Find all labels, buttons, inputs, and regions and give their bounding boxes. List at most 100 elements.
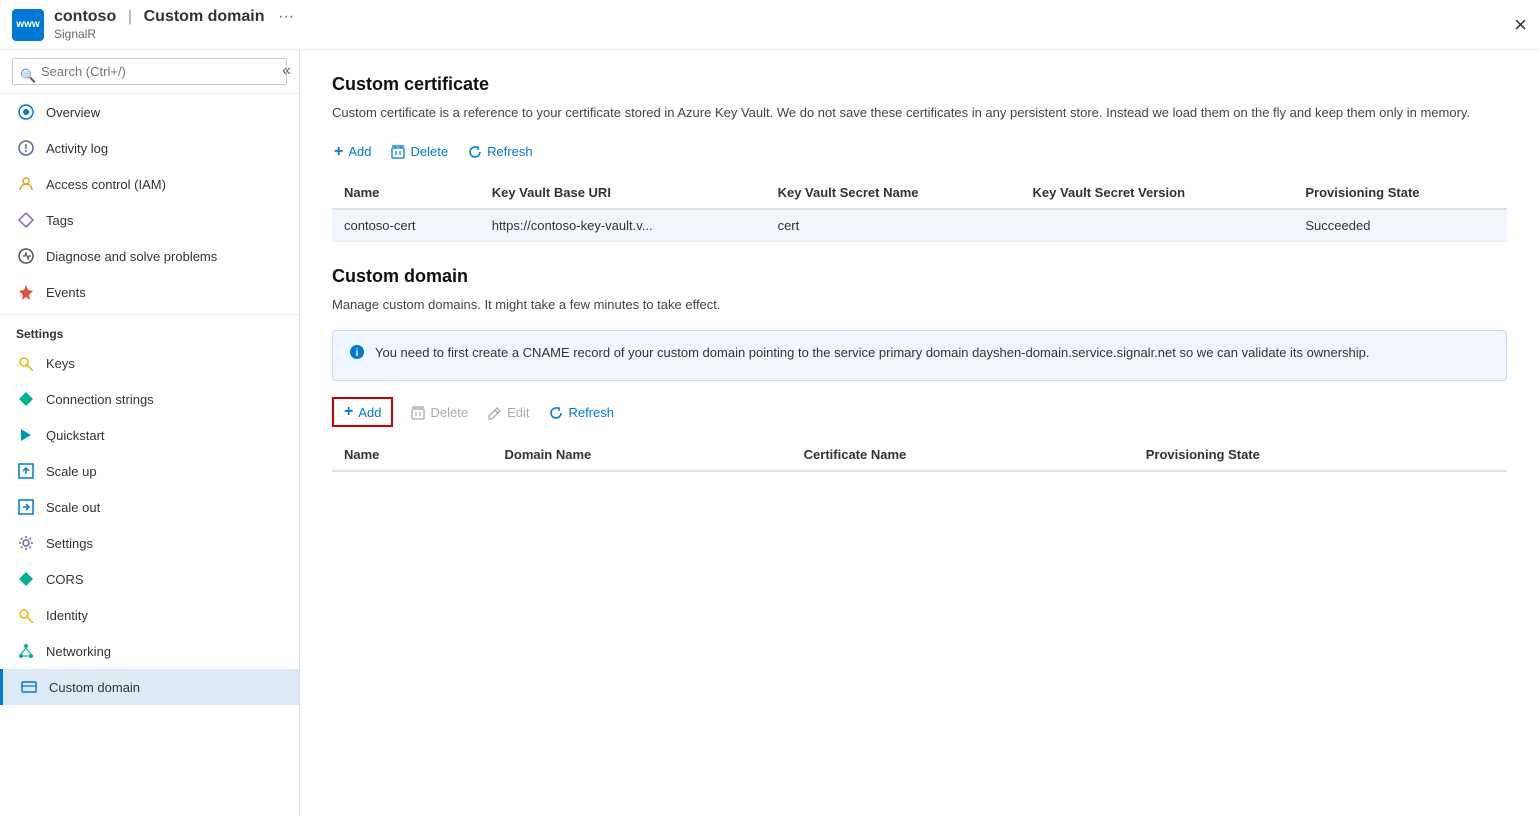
sidebar-label-networking: Networking bbox=[46, 644, 111, 659]
main-content: Custom certificate Custom certificate is… bbox=[300, 50, 1539, 816]
sidebar-label-tags: Tags bbox=[46, 213, 73, 228]
domain-edit-icon bbox=[488, 404, 502, 420]
cert-section: Custom certificate Custom certificate is… bbox=[332, 74, 1507, 242]
domain-col-cert-name: Certificate Name bbox=[792, 439, 1134, 471]
domain-refresh-button[interactable]: Refresh bbox=[547, 400, 616, 424]
resource-name: contoso bbox=[54, 8, 116, 25]
sidebar-item-quickstart[interactable]: Quickstart bbox=[0, 417, 299, 453]
settings-icon bbox=[16, 533, 36, 553]
cert-row-0[interactable]: contoso-cert https://contoso-key-vault.v… bbox=[332, 209, 1507, 242]
custom-domain-icon bbox=[19, 677, 39, 697]
domain-edit-label: Edit bbox=[507, 405, 529, 420]
domain-info-box: i You need to first create a CNAME recor… bbox=[332, 330, 1507, 381]
access-control-icon bbox=[16, 174, 36, 194]
domain-title: Custom domain bbox=[332, 266, 1507, 287]
domain-delete-icon bbox=[411, 404, 425, 420]
sidebar-item-connection-strings[interactable]: Connection strings bbox=[0, 381, 299, 417]
top-bar: www contoso | Custom domain ··· SignalR … bbox=[0, 0, 1539, 50]
cert-row-0-uri: https://contoso-key-vault.v... bbox=[480, 209, 766, 242]
title-separator: | bbox=[128, 8, 132, 25]
cert-refresh-label: Refresh bbox=[487, 144, 533, 159]
close-button[interactable]: × bbox=[1514, 12, 1527, 38]
sidebar-item-networking[interactable]: Networking bbox=[0, 633, 299, 669]
search-icon: 🔍 bbox=[20, 68, 36, 84]
keys-icon bbox=[16, 353, 36, 373]
domain-refresh-icon bbox=[549, 404, 563, 420]
sidebar-item-custom-domain[interactable]: Custom domain bbox=[0, 669, 299, 705]
sidebar-label-custom-domain: Custom domain bbox=[49, 680, 140, 695]
sidebar-label-cors: CORS bbox=[46, 572, 84, 587]
sidebar-label-activity-log: Activity log bbox=[46, 141, 108, 156]
cert-delete-button[interactable]: Delete bbox=[389, 140, 450, 164]
cert-col-secret-name: Key Vault Secret Name bbox=[766, 177, 1021, 209]
search-input[interactable] bbox=[12, 58, 287, 85]
sidebar-item-scale-up[interactable]: Scale up bbox=[0, 453, 299, 489]
scale-out-icon bbox=[16, 497, 36, 517]
title-area: contoso | Custom domain ··· SignalR bbox=[54, 8, 294, 41]
domain-add-plus-icon: + bbox=[344, 403, 353, 421]
cert-refresh-button[interactable]: Refresh bbox=[466, 140, 535, 164]
page-title: Custom domain bbox=[144, 8, 265, 25]
domain-add-label: Add bbox=[358, 405, 381, 420]
domain-toolbar: + Add Delete Edit bbox=[332, 397, 1507, 427]
domain-add-button[interactable]: + Add bbox=[332, 397, 393, 427]
sidebar-label-diagnose: Diagnose and solve problems bbox=[46, 249, 217, 264]
cert-row-0-secret-name: cert bbox=[766, 209, 1021, 242]
domain-description: Manage custom domains. It might take a f… bbox=[332, 295, 1507, 315]
sidebar-label-quickstart: Quickstart bbox=[46, 428, 105, 443]
domain-edit-button[interactable]: Edit bbox=[486, 400, 531, 424]
networking-icon bbox=[16, 641, 36, 661]
cert-add-button[interactable]: + Add bbox=[332, 139, 373, 165]
sidebar-label-scale-out: Scale out bbox=[46, 500, 100, 515]
more-menu-icon[interactable]: ··· bbox=[278, 8, 294, 25]
sidebar-label-keys: Keys bbox=[46, 356, 75, 371]
sidebar-item-diagnose[interactable]: Diagnose and solve problems bbox=[0, 238, 299, 274]
sidebar-item-tags[interactable]: Tags bbox=[0, 202, 299, 238]
search-container: 🔍 bbox=[0, 50, 299, 94]
sidebar-item-keys[interactable]: Keys bbox=[0, 345, 299, 381]
sidebar-label-events: Events bbox=[46, 285, 86, 300]
cert-add-plus-icon: + bbox=[334, 143, 343, 161]
sidebar-label-overview: Overview bbox=[46, 105, 100, 120]
events-icon bbox=[16, 282, 36, 302]
sidebar-item-access-control[interactable]: Access control (IAM) bbox=[0, 166, 299, 202]
domain-refresh-label: Refresh bbox=[568, 405, 614, 420]
sidebar-item-activity-log[interactable]: Activity log bbox=[0, 130, 299, 166]
sidebar-item-scale-out[interactable]: Scale out bbox=[0, 489, 299, 525]
cert-col-secret-version: Key Vault Secret Version bbox=[1021, 177, 1294, 209]
connection-strings-icon bbox=[16, 389, 36, 409]
sidebar-item-settings[interactable]: Settings bbox=[0, 525, 299, 561]
cert-col-state: Provisioning State bbox=[1293, 177, 1507, 209]
settings-section-label: Settings bbox=[0, 314, 299, 345]
domain-section: Custom domain Manage custom domains. It … bbox=[332, 266, 1507, 473]
cors-icon bbox=[16, 569, 36, 589]
sidebar: 🔍 « Overview Activity log Access control… bbox=[0, 50, 300, 816]
sidebar-collapse-icon[interactable]: « bbox=[282, 62, 291, 80]
cert-row-0-name: contoso-cert bbox=[332, 209, 480, 242]
domain-delete-label: Delete bbox=[430, 405, 468, 420]
overview-icon bbox=[16, 102, 36, 122]
cert-col-uri: Key Vault Base URI bbox=[480, 177, 766, 209]
cert-col-name: Name bbox=[332, 177, 480, 209]
sidebar-item-cors[interactable]: CORS bbox=[0, 561, 299, 597]
sidebar-item-identity[interactable]: Identity bbox=[0, 597, 299, 633]
domain-delete-button[interactable]: Delete bbox=[409, 400, 470, 424]
cert-description: Custom certificate is a reference to you… bbox=[332, 103, 1507, 123]
diagnose-icon bbox=[16, 246, 36, 266]
sidebar-item-events[interactable]: Events bbox=[0, 274, 299, 310]
scale-up-icon bbox=[16, 461, 36, 481]
cert-toolbar: + Add Delete Refresh bbox=[332, 139, 1507, 165]
info-icon: i bbox=[349, 344, 365, 368]
tags-icon bbox=[16, 210, 36, 230]
quickstart-icon bbox=[16, 425, 36, 445]
sidebar-label-settings: Settings bbox=[46, 536, 93, 551]
sidebar-label-connection-strings: Connection strings bbox=[46, 392, 154, 407]
cert-title: Custom certificate bbox=[332, 74, 1507, 95]
domain-col-name: Name bbox=[332, 439, 493, 471]
domain-col-domain-name: Domain Name bbox=[493, 439, 792, 471]
sidebar-item-overview[interactable]: Overview bbox=[0, 94, 299, 130]
resource-subtitle: SignalR bbox=[54, 27, 294, 41]
domain-col-state: Provisioning State bbox=[1134, 439, 1507, 471]
sidebar-label-access-control: Access control (IAM) bbox=[46, 177, 166, 192]
cert-delete-icon bbox=[391, 144, 405, 160]
